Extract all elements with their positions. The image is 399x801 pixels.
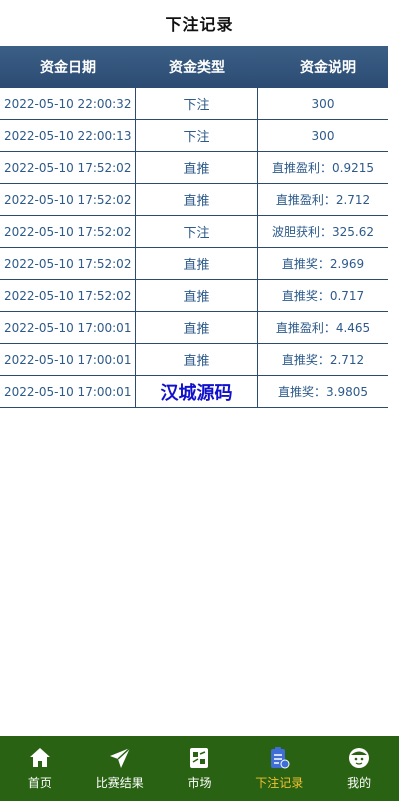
row-description: 直推奖：0.717 xyxy=(281,289,365,303)
table-row: 2022-05-10 17:52:02 直推 直推盈利：2.712 xyxy=(0,184,388,216)
row-type: 直推 xyxy=(136,184,258,215)
row-date: 2022-05-10 17:52:02 xyxy=(0,184,136,215)
row-date: 2022-05-10 22:00:13 xyxy=(0,120,136,151)
row-type: 下注 xyxy=(136,120,258,151)
row-date: 2022-05-10 17:00:01 xyxy=(0,376,136,407)
bottom-tab-bar: 首页 比赛结果 市场 下注记录 我的 xyxy=(0,736,399,801)
row-description: 直推奖：2.712 xyxy=(281,353,365,367)
tab-bet-records[interactable]: 下注记录 xyxy=(239,736,319,801)
tab-label: 比赛结果 xyxy=(95,776,144,790)
tab-mine[interactable]: 我的 xyxy=(319,736,399,801)
row-type: 下注 xyxy=(136,216,258,247)
page-title: 下注记录 xyxy=(165,15,234,34)
row-type: 直推 xyxy=(136,248,258,279)
table-row: 2022-05-10 17:52:02 下注 波胆获利：325.62 xyxy=(0,216,388,248)
tab-label: 首页 xyxy=(27,776,52,790)
row-description: 300 xyxy=(311,96,335,111)
row-description: 波胆获利：325.62 xyxy=(272,225,374,239)
table-row: 2022-05-10 17:52:02 直推 直推奖：0.717 xyxy=(0,280,388,312)
row-date: 2022-05-10 17:52:02 xyxy=(0,280,136,311)
row-description: 直推奖：3.9805 xyxy=(278,385,368,399)
top-bar: 下注记录 xyxy=(0,0,399,46)
table-row: 2022-05-10 17:52:02 直推 直推奖：2.969 xyxy=(0,248,388,280)
row-description: 直推盈利：0.9215 xyxy=(272,161,374,175)
tab-market[interactable]: 市场 xyxy=(160,736,240,801)
face-icon xyxy=(347,746,371,770)
row-description: 直推盈利：2.712 xyxy=(275,193,371,207)
row-date: 2022-05-10 17:52:02 xyxy=(0,152,136,183)
row-date: 2022-05-10 17:52:02 xyxy=(0,248,136,279)
row-description: 300 xyxy=(311,128,335,143)
row-date: 2022-05-10 17:00:01 xyxy=(0,312,136,343)
table-row: 2022-05-10 17:00:01 汉城源码 直推奖：3.9805 xyxy=(0,376,388,408)
column-header-type: 资金类型 xyxy=(169,60,225,76)
watermark-text: 汉城源码 xyxy=(136,376,258,407)
table-row: 2022-05-10 17:52:02 直推 直推盈利：0.9215 xyxy=(0,152,388,184)
table-row: 2022-05-10 17:00:01 直推 直推奖：2.712 xyxy=(0,344,388,376)
row-type: 直推 xyxy=(136,312,258,343)
column-header-description: 资金说明 xyxy=(300,60,356,76)
table-row: 2022-05-10 22:00:32 下注 300 xyxy=(0,88,388,120)
bet-record-table: 资金日期 资金类型 资金说明 2022-05-10 22:00:32 下注 30… xyxy=(0,46,388,408)
table-row: 2022-05-10 22:00:13 下注 300 xyxy=(0,120,388,152)
row-date: 2022-05-10 22:00:32 xyxy=(0,88,136,119)
row-date: 2022-05-10 17:00:01 xyxy=(0,344,136,375)
tab-home[interactable]: 首页 xyxy=(0,736,80,801)
row-type: 直推 xyxy=(136,280,258,311)
tab-label: 下注记录 xyxy=(255,776,304,790)
row-description: 直推盈利：4.465 xyxy=(275,321,371,335)
row-type: 直推 xyxy=(136,344,258,375)
table-row: 2022-05-10 17:00:01 直推 直推盈利：4.465 xyxy=(0,312,388,344)
row-date: 2022-05-10 17:52:02 xyxy=(0,216,136,247)
tab-label: 市场 xyxy=(187,776,212,790)
row-type: 直推 xyxy=(136,152,258,183)
market-icon xyxy=(187,746,211,770)
paper-plane-icon xyxy=(108,746,132,770)
clipboard-icon xyxy=(267,746,291,770)
home-icon xyxy=(28,746,52,770)
table-header: 资金日期 资金类型 资金说明 xyxy=(0,46,388,88)
column-header-date: 资金日期 xyxy=(40,60,96,76)
tab-label: 我的 xyxy=(347,776,372,790)
row-type: 下注 xyxy=(136,88,258,119)
row-description: 直推奖：2.969 xyxy=(281,257,365,271)
tab-match-results[interactable]: 比赛结果 xyxy=(80,736,160,801)
